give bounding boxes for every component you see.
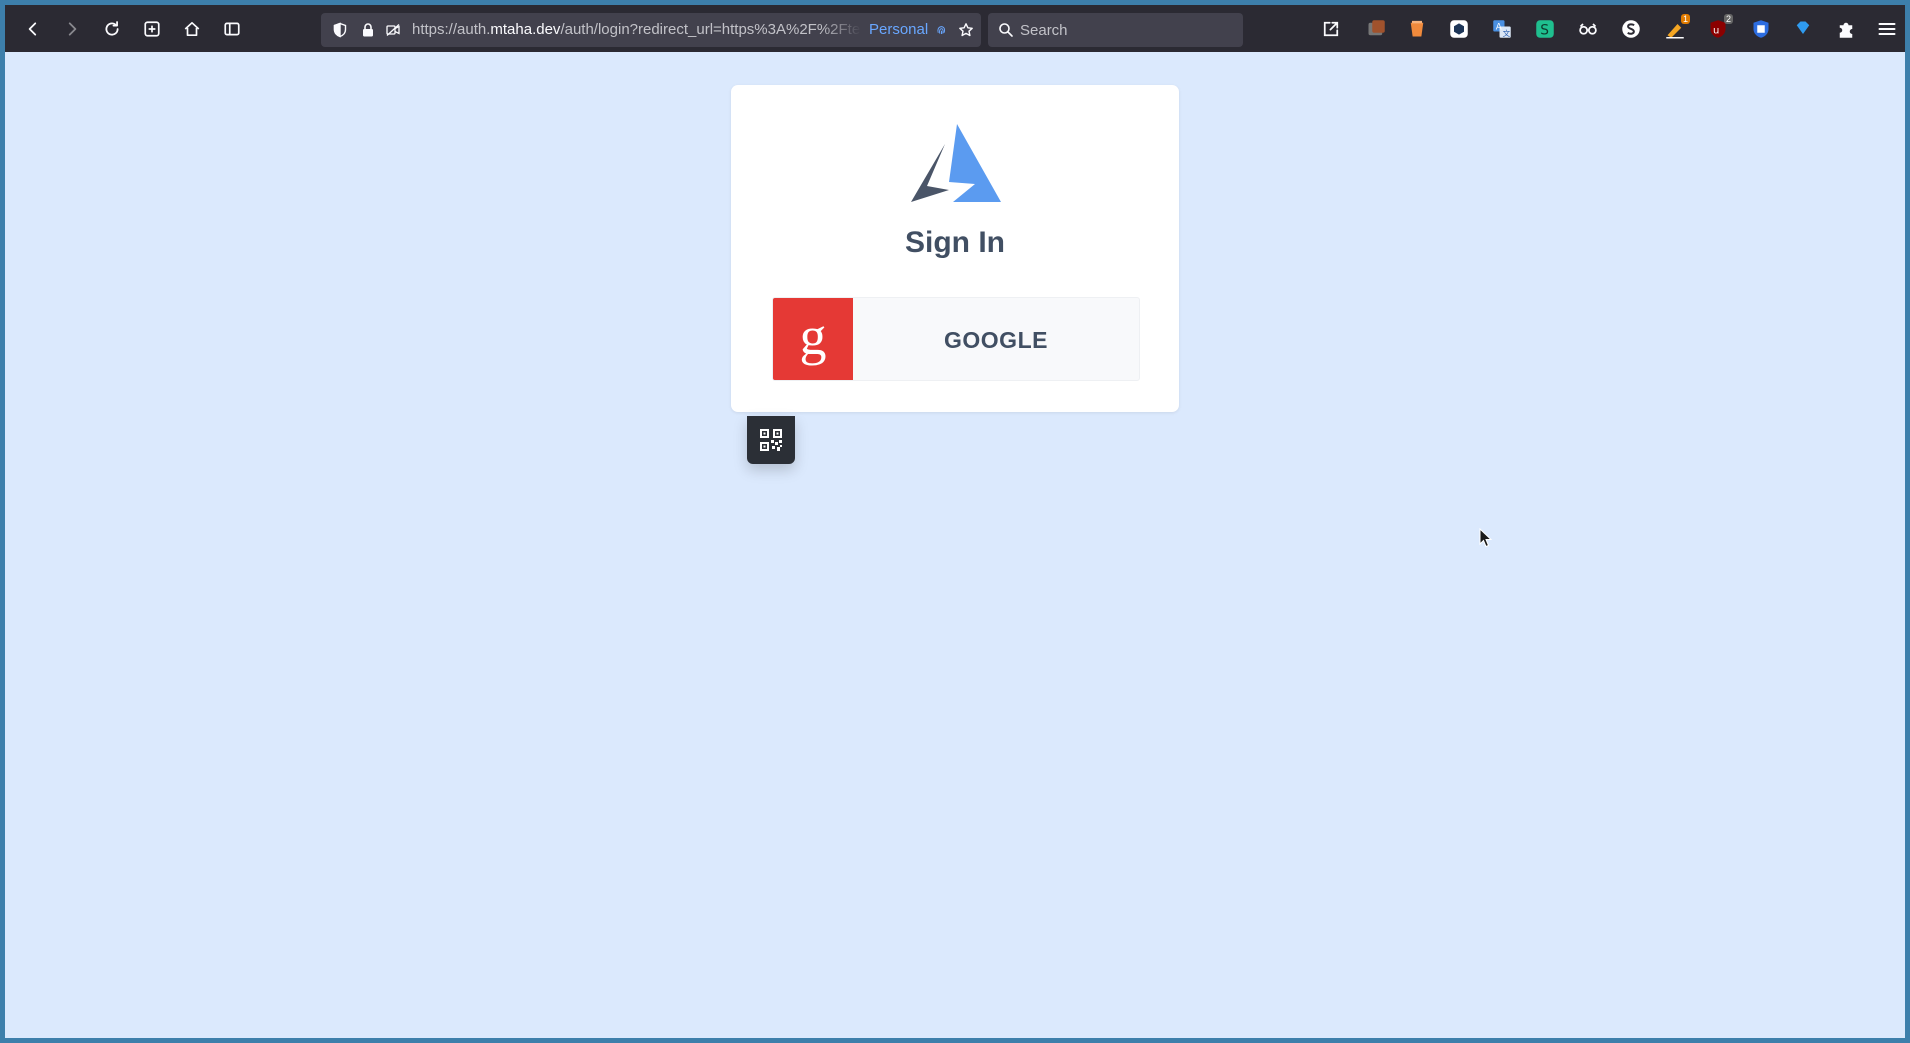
fingerprint-icon: [937, 26, 946, 34]
page-title: Sign In: [905, 226, 1005, 259]
google-sign-in-button[interactable]: g GOOGLE: [772, 297, 1140, 381]
extension-shield-icon[interactable]: [1364, 17, 1388, 41]
extension-hexagon-icon[interactable]: [1447, 17, 1471, 41]
extension-translate-icon[interactable]: A文: [1490, 17, 1514, 41]
new-tab-icon: [144, 21, 160, 37]
sidebar-toggle-button[interactable]: [217, 14, 247, 44]
new-tab-button[interactable]: [137, 14, 167, 44]
back-button[interactable]: [18, 14, 48, 44]
extension-diamond-icon[interactable]: [1791, 17, 1815, 41]
forward-arrow-icon: [68, 22, 77, 36]
svg-text:u: u: [1713, 25, 1719, 36]
url-path: /auth/login?redirect_url=https%3A%2F%2Ft…: [560, 21, 860, 38]
home-button[interactable]: [177, 14, 207, 44]
extension-privacy-badger-icon[interactable]: [1749, 17, 1773, 41]
sign-in-card: Sign In g GOOGLE: [731, 85, 1179, 412]
search-icon: [997, 21, 1015, 39]
sidebar-icon: [224, 22, 240, 36]
lock-icon[interactable]: [359, 21, 377, 39]
url-host: mtaha.dev: [490, 21, 561, 38]
browser-window: https://auth.mtaha.dev/auth/login?redire…: [0, 0, 1910, 1043]
mouse-cursor-icon: [1479, 528, 1493, 548]
forward-button[interactable]: [57, 14, 87, 44]
google-icon: g: [773, 298, 853, 380]
url-text[interactable]: https://auth.mtaha.dev/auth/login?redire…: [412, 13, 860, 47]
app-logo: [911, 124, 1001, 202]
ublock-badge: 2: [1723, 14, 1733, 24]
container-label-text: Personal: [869, 21, 929, 38]
extensions-puzzle-icon[interactable]: [1834, 17, 1858, 41]
home-icon: [184, 21, 200, 37]
back-arrow-icon: [28, 22, 37, 36]
svg-text:A: A: [1496, 23, 1502, 33]
svg-text:文: 文: [1503, 28, 1511, 38]
url-prefix: https://auth.: [412, 21, 491, 38]
extension-ublock-icon[interactable]: u 2: [1706, 14, 1733, 41]
qr-code-button[interactable]: [747, 416, 795, 464]
bookmark-star-icon[interactable]: [957, 21, 975, 39]
google-button-label: GOOGLE: [944, 327, 1048, 353]
search-input[interactable]: [1020, 13, 1230, 47]
svg-text:S: S: [1540, 23, 1549, 39]
extension-s-icon[interactable]: S: [1533, 17, 1557, 41]
browser-toolbar: https://auth.mtaha.dev/auth/login?redire…: [5, 5, 1905, 52]
draw-badge: 1: [1680, 14, 1690, 24]
open-external-icon[interactable]: [1319, 17, 1343, 41]
permissions-icon[interactable]: [384, 21, 402, 39]
reload-icon: [105, 21, 119, 36]
menu-hamburger-icon[interactable]: [1875, 17, 1899, 41]
extension-cup-icon[interactable]: [1405, 17, 1429, 41]
qr-code-icon: [760, 429, 782, 451]
extension-draw-icon[interactable]: 1: [1663, 14, 1690, 41]
google-icon-letter: g: [799, 306, 827, 366]
reload-button[interactable]: [97, 14, 127, 44]
extension-circle-s-icon[interactable]: [1619, 17, 1643, 41]
container-tab-label[interactable]: Personal: [869, 13, 948, 47]
extension-glasses-icon[interactable]: [1576, 17, 1600, 41]
search-bar[interactable]: [988, 13, 1243, 47]
address-bar[interactable]: https://auth.mtaha.dev/auth/login?redire…: [321, 13, 981, 47]
tracking-protection-shield-icon[interactable]: [331, 21, 349, 39]
